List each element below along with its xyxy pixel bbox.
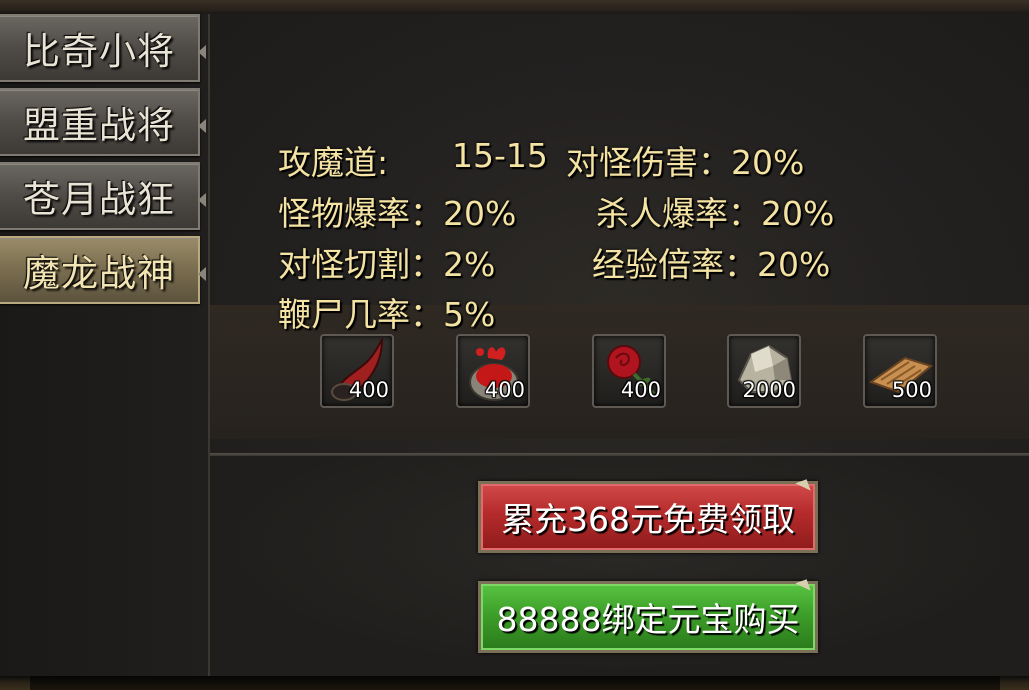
- whip-rate-stat: 鞭尸几率：5%: [278, 295, 496, 334]
- free-claim-button[interactable]: 累充368元免费领取: [478, 479, 818, 553]
- tab-arrow-icon: [198, 267, 206, 281]
- free-claim-label: 累充368元免费领取: [501, 500, 795, 539]
- tab-label: 比奇小将: [23, 30, 175, 73]
- tab-label: 盟重战将: [23, 104, 175, 147]
- reward-slot[interactable]: 400: [592, 334, 666, 408]
- tab-arrow-icon: [198, 45, 206, 59]
- item-count: 400: [484, 378, 525, 402]
- monster-damage-stat: 对怪伤害：20%: [566, 143, 805, 182]
- monster-drop-stat: 怪物爆率：20%: [278, 194, 517, 233]
- kill-drop-stat: 杀人爆率：20%: [596, 194, 835, 233]
- top-frame-strip: [0, 0, 1029, 15]
- monster-cut-stat: 对怪切割：2%: [278, 245, 496, 284]
- buy-with-ingot-label: 88888绑定元宝购买: [496, 600, 800, 639]
- bottom-frame-strip: [0, 676, 1029, 690]
- reward-slot[interactable]: 400: [320, 334, 394, 408]
- corner-tag-icon: [795, 479, 811, 495]
- tab-cangyue-zhankuang[interactable]: 苍月战狂: [0, 162, 206, 230]
- buy-with-ingot-button[interactable]: 88888绑定元宝购买: [478, 579, 818, 653]
- reward-slot[interactable]: 2000: [727, 334, 801, 408]
- reward-slot[interactable]: 400: [456, 334, 530, 408]
- tab-mengzhong-zhanjiang[interactable]: 盟重战将: [0, 88, 206, 156]
- item-count: 2000: [742, 378, 796, 402]
- tab-biqi-xiaojiang[interactable]: 比奇小将: [0, 14, 206, 82]
- item-count: 400: [348, 378, 389, 402]
- exp-rate-stat: 经验倍率：20%: [592, 245, 831, 284]
- attack-label: 攻魔道:: [278, 143, 389, 182]
- rank-tab-sidebar: 比奇小将 盟重战将 苍月战狂 魔龙战神: [0, 14, 210, 676]
- tab-molong-zhanshen[interactable]: 魔龙战神: [0, 236, 206, 304]
- corner-tag-icon: [795, 579, 811, 595]
- reward-slot[interactable]: 500: [863, 334, 937, 408]
- tab-label: 苍月战狂: [23, 178, 175, 221]
- item-count: 500: [891, 378, 932, 402]
- attack-value: 15-15: [452, 136, 548, 175]
- tab-arrow-icon: [198, 193, 206, 207]
- tab-label: 魔龙战神: [23, 252, 175, 295]
- tab-arrow-icon: [198, 119, 206, 133]
- item-count: 400: [620, 378, 661, 402]
